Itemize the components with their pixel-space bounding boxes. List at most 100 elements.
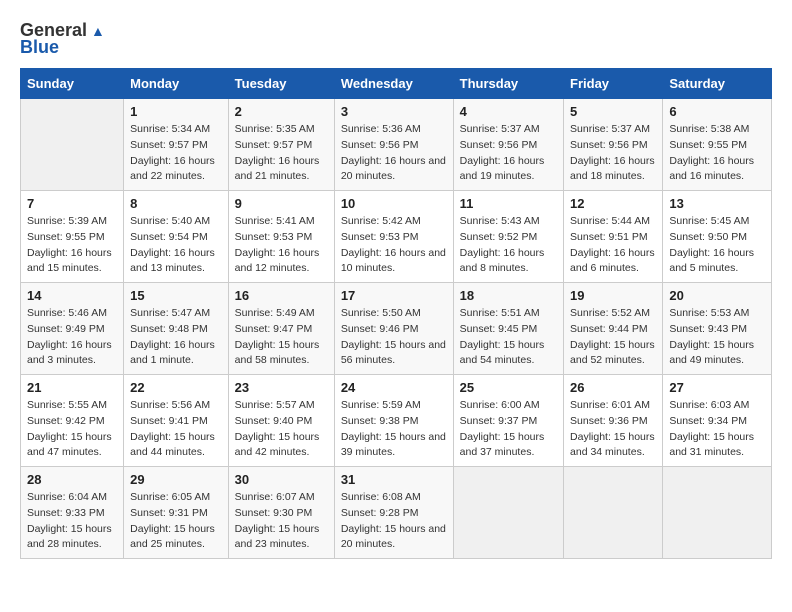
week-row-2: 7 Sunrise: 5:39 AMSunset: 9:55 PMDaylight…	[21, 191, 772, 283]
day-info: Sunrise: 6:04 AMSunset: 9:33 PMDaylight:…	[27, 490, 117, 553]
day-number: 9	[235, 196, 328, 211]
day-info: Sunrise: 5:35 AMSunset: 9:57 PMDaylight:…	[235, 122, 328, 185]
day-cell: 16 Sunrise: 5:49 AMSunset: 9:47 PMDayligh…	[228, 283, 334, 375]
day-info: Sunrise: 5:45 AMSunset: 9:50 PMDaylight:…	[669, 214, 765, 277]
day-cell: 17Sunrise: 5:50 AMSunset: 9:46 PMDayligh…	[334, 283, 453, 375]
day-cell: 9 Sunrise: 5:41 AMSunset: 9:53 PMDaylight…	[228, 191, 334, 283]
day-cell: 27 Sunrise: 6:03 AMSunset: 9:34 PMDayligh…	[663, 375, 772, 467]
day-number: 28	[27, 472, 117, 487]
day-number: 15	[130, 288, 222, 303]
day-info: Sunrise: 6:01 AMSunset: 9:36 PMDaylight:…	[570, 398, 656, 461]
day-cell	[21, 99, 124, 191]
day-cell: 20Sunrise: 5:53 AMSunset: 9:43 PMDayligh…	[663, 283, 772, 375]
day-number: 4	[460, 104, 557, 119]
day-number: 31	[341, 472, 447, 487]
calendar-table: SundayMondayTuesdayWednesdayThursdayFrid…	[20, 68, 772, 559]
day-info: Sunrise: 5:38 AMSunset: 9:55 PMDaylight:…	[669, 122, 765, 185]
day-number: 21	[27, 380, 117, 395]
week-row-4: 21 Sunrise: 5:55 AMSunset: 9:42 PMDayligh…	[21, 375, 772, 467]
day-number: 13	[669, 196, 765, 211]
day-cell: 25 Sunrise: 6:00 AMSunset: 9:37 PMDayligh…	[453, 375, 563, 467]
day-number: 1	[130, 104, 222, 119]
page-header: General ▲ Blue	[20, 20, 772, 58]
day-info: Sunrise: 5:55 AMSunset: 9:42 PMDaylight:…	[27, 398, 117, 461]
day-info: Sunrise: 5:46 AMSunset: 9:49 PMDaylight:…	[27, 306, 117, 369]
day-info: Sunrise: 5:59 AMSunset: 9:38 PMDaylight:…	[341, 398, 447, 461]
col-header-wednesday: Wednesday	[334, 69, 453, 99]
day-number: 5	[570, 104, 656, 119]
day-cell: 19 Sunrise: 5:52 AMSunset: 9:44 PMDayligh…	[564, 283, 663, 375]
day-info: Sunrise: 5:49 AMSunset: 9:47 PMDaylight:…	[235, 306, 328, 369]
day-info: Sunrise: 5:47 AMSunset: 9:48 PMDaylight:…	[130, 306, 222, 369]
day-info: Sunrise: 5:57 AMSunset: 9:40 PMDaylight:…	[235, 398, 328, 461]
day-number: 29	[130, 472, 222, 487]
day-number: 22	[130, 380, 222, 395]
day-info: Sunrise: 5:52 AMSunset: 9:44 PMDaylight:…	[570, 306, 656, 369]
day-info: Sunrise: 6:08 AMSunset: 9:28 PMDaylight:…	[341, 490, 447, 553]
day-number: 26	[570, 380, 656, 395]
day-number: 25	[460, 380, 557, 395]
day-cell: 1 Sunrise: 5:34 AMSunset: 9:57 PMDaylight…	[124, 99, 229, 191]
day-number: 12	[570, 196, 656, 211]
day-number: 3	[341, 104, 447, 119]
day-number: 24	[341, 380, 447, 395]
day-info: Sunrise: 5:43 AMSunset: 9:52 PMDaylight:…	[460, 214, 557, 277]
day-cell: 15 Sunrise: 5:47 AMSunset: 9:48 PMDayligh…	[124, 283, 229, 375]
week-row-1: 1 Sunrise: 5:34 AMSunset: 9:57 PMDaylight…	[21, 99, 772, 191]
day-cell	[453, 467, 563, 559]
day-cell	[663, 467, 772, 559]
day-number: 18	[460, 288, 557, 303]
day-cell: 11 Sunrise: 5:43 AMSunset: 9:52 PMDayligh…	[453, 191, 563, 283]
day-number: 19	[570, 288, 656, 303]
day-cell: 30 Sunrise: 6:07 AMSunset: 9:30 PMDayligh…	[228, 467, 334, 559]
logo: General ▲ Blue	[20, 20, 105, 58]
day-cell: 26 Sunrise: 6:01 AMSunset: 9:36 PMDayligh…	[564, 375, 663, 467]
day-cell: 2 Sunrise: 5:35 AMSunset: 9:57 PMDaylight…	[228, 99, 334, 191]
day-cell: 10 Sunrise: 5:42 AMSunset: 9:53 PMDayligh…	[334, 191, 453, 283]
day-cell: 22 Sunrise: 5:56 AMSunset: 9:41 PMDayligh…	[124, 375, 229, 467]
day-number: 16	[235, 288, 328, 303]
day-number: 11	[460, 196, 557, 211]
logo-blue: Blue	[20, 37, 59, 58]
day-cell: 21 Sunrise: 5:55 AMSunset: 9:42 PMDayligh…	[21, 375, 124, 467]
day-cell: 12 Sunrise: 5:44 AMSunset: 9:51 PMDayligh…	[564, 191, 663, 283]
day-info: Sunrise: 5:39 AMSunset: 9:55 PMDaylight:…	[27, 214, 117, 277]
day-info: Sunrise: 5:34 AMSunset: 9:57 PMDaylight:…	[130, 122, 222, 185]
day-number: 8	[130, 196, 222, 211]
day-info: Sunrise: 5:41 AMSunset: 9:53 PMDaylight:…	[235, 214, 328, 277]
day-info: Sunrise: 5:42 AMSunset: 9:53 PMDaylight:…	[341, 214, 447, 277]
day-cell: 8Sunrise: 5:40 AMSunset: 9:54 PMDaylight…	[124, 191, 229, 283]
day-cell: 18Sunrise: 5:51 AMSunset: 9:45 PMDayligh…	[453, 283, 563, 375]
day-cell: 29 Sunrise: 6:05 AMSunset: 9:31 PMDayligh…	[124, 467, 229, 559]
day-number: 2	[235, 104, 328, 119]
day-cell: 23 Sunrise: 5:57 AMSunset: 9:40 PMDayligh…	[228, 375, 334, 467]
day-info: Sunrise: 6:05 AMSunset: 9:31 PMDaylight:…	[130, 490, 222, 553]
day-info: Sunrise: 5:36 AMSunset: 9:56 PMDaylight:…	[341, 122, 447, 185]
col-header-monday: Monday	[124, 69, 229, 99]
day-number: 27	[669, 380, 765, 395]
header-row: SundayMondayTuesdayWednesdayThursdayFrid…	[21, 69, 772, 99]
day-cell: 14Sunrise: 5:46 AMSunset: 9:49 PMDayligh…	[21, 283, 124, 375]
day-info: Sunrise: 5:56 AMSunset: 9:41 PMDaylight:…	[130, 398, 222, 461]
day-number: 7	[27, 196, 117, 211]
day-cell: 4 Sunrise: 5:37 AMSunset: 9:56 PMDaylight…	[453, 99, 563, 191]
col-header-friday: Friday	[564, 69, 663, 99]
day-info: Sunrise: 6:07 AMSunset: 9:30 PMDaylight:…	[235, 490, 328, 553]
day-info: Sunrise: 5:44 AMSunset: 9:51 PMDaylight:…	[570, 214, 656, 277]
day-number: 10	[341, 196, 447, 211]
day-number: 6	[669, 104, 765, 119]
day-info: Sunrise: 5:50 AMSunset: 9:46 PMDaylight:…	[341, 306, 447, 369]
logo-icon: ▲	[91, 23, 105, 39]
day-cell: 5Sunrise: 5:37 AMSunset: 9:56 PMDaylight…	[564, 99, 663, 191]
col-header-tuesday: Tuesday	[228, 69, 334, 99]
day-number: 30	[235, 472, 328, 487]
col-header-thursday: Thursday	[453, 69, 563, 99]
day-info: Sunrise: 5:53 AMSunset: 9:43 PMDaylight:…	[669, 306, 765, 369]
day-cell: 24 Sunrise: 5:59 AMSunset: 9:38 PMDayligh…	[334, 375, 453, 467]
day-info: Sunrise: 6:00 AMSunset: 9:37 PMDaylight:…	[460, 398, 557, 461]
day-cell: 13 Sunrise: 5:45 AMSunset: 9:50 PMDayligh…	[663, 191, 772, 283]
day-number: 23	[235, 380, 328, 395]
week-row-3: 14Sunrise: 5:46 AMSunset: 9:49 PMDayligh…	[21, 283, 772, 375]
day-info: Sunrise: 6:03 AMSunset: 9:34 PMDaylight:…	[669, 398, 765, 461]
day-info: Sunrise: 5:37 AMSunset: 9:56 PMDaylight:…	[460, 122, 557, 185]
